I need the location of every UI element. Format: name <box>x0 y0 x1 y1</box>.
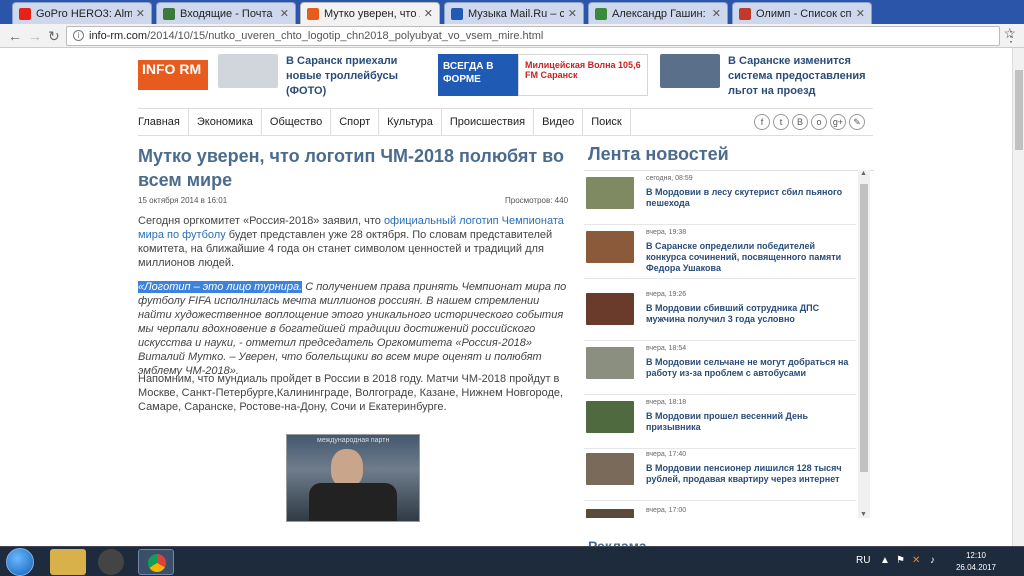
news-thumbnail <box>586 293 634 325</box>
nav-item-video[interactable]: Видео <box>534 109 584 135</box>
nav-item-sport[interactable]: Спорт <box>331 109 380 135</box>
selected-text: «Логотип – это лицо турнира. <box>138 281 303 293</box>
news-item[interactable]: сегодня, 08:59 В Мордовии в лесу скутерис… <box>584 171 856 225</box>
browser-toolbar: ← → ↻ i info-rm.com/2014/10/15/nutko_uve… <box>0 24 1024 48</box>
volume-icon[interactable]: ♪ <box>930 555 935 566</box>
page-viewport: INFO RM В Саранск приехали новые троллей… <box>0 48 1024 546</box>
news-thumbnail <box>586 509 634 518</box>
tab-article[interactable]: Мутко уверен, что логоти✕ <box>300 2 440 24</box>
close-tab-icon[interactable]: ✕ <box>856 7 865 20</box>
article-paragraph-1: Сегодня оргкомитет «Россия-2018» заявил,… <box>138 215 564 269</box>
promo-banner[interactable]: ВСЕГДА В ФОРМЕ Милицейская Волна 105,6 F… <box>438 54 648 96</box>
media-player-icon[interactable] <box>98 549 124 575</box>
tab-olimp[interactable]: Олимп - Список спортс✕ <box>732 2 872 24</box>
back-icon[interactable]: ← <box>8 28 22 44</box>
forward-icon[interactable]: → <box>28 28 42 44</box>
banner-trolleybus-link[interactable]: В Саранск приехали новые троллейбусы (ФО… <box>286 54 426 99</box>
social-links: f t В о g+ ✎ <box>754 114 865 130</box>
article-paragraph-3: Напомним, что мундиаль пройдет в России … <box>138 373 564 413</box>
close-tab-icon[interactable]: ✕ <box>424 7 433 20</box>
promo-right: Милицейская Волна 105,6 FM Саранск <box>518 54 648 96</box>
news-feed-scroll-thumb[interactable] <box>860 184 868 472</box>
news-feed: сегодня, 08:59 В Мордовии в лесу скутерис… <box>584 170 874 518</box>
close-tab-icon[interactable]: ✕ <box>136 7 145 20</box>
system-clock[interactable]: 12:10 26.04.2017 <box>950 550 1002 574</box>
article-date: 15 октября 2014 в 16:01 <box>138 196 228 205</box>
news-item[interactable]: вчера, 18:18 В Мордовии прошел весенний Д… <box>584 395 856 449</box>
nav-item-culture[interactable]: Культура <box>379 109 442 135</box>
news-feed-scrollbar[interactable]: ▲ ▼ <box>858 170 870 518</box>
chrome-taskbar-icon[interactable] <box>138 549 174 575</box>
news-thumbnail <box>586 453 634 485</box>
mail-icon <box>163 7 175 20</box>
article-quote: «Логотип – это лицо турнира. С получение… <box>138 281 567 377</box>
news-item[interactable]: вчера, 17:40 В Мордовии пенсионер лишился… <box>584 447 856 501</box>
trolleybus-thumbnail[interactable] <box>218 54 278 88</box>
tray-arrow-icon[interactable]: ▲ <box>880 555 890 566</box>
tab-gashin[interactable]: Александр Гашин: кабин✕ <box>588 2 728 24</box>
explorer-icon[interactable] <box>50 549 86 575</box>
news-thumbnail <box>586 347 634 379</box>
nav-item-incidents[interactable]: Происшествия <box>442 109 535 135</box>
scroll-up-icon[interactable]: ▲ <box>860 170 867 177</box>
livejournal-icon[interactable]: ✎ <box>849 114 865 130</box>
page-scrollbar[interactable] <box>1012 48 1024 546</box>
start-button[interactable] <box>6 548 34 576</box>
address-bar[interactable]: i info-rm.com/2014/10/15/nutko_uveren_ch… <box>66 26 1000 46</box>
browser-menu-icon[interactable]: ⋮ <box>1004 28 1018 45</box>
youtube-icon <box>19 7 31 20</box>
olimp-icon <box>739 7 751 20</box>
article-views: Просмотров: 440 <box>505 196 569 205</box>
ads-title: Реклама <box>588 538 647 546</box>
banner-benefits-link[interactable]: В Саранске изменится система предоставле… <box>728 54 878 99</box>
tab-gopro[interactable]: GoPro HERO3: Almos✕ <box>12 2 152 24</box>
news-item[interactable]: вчера, 17:00 <box>584 503 856 518</box>
twitter-icon[interactable]: t <box>773 114 789 130</box>
language-indicator[interactable]: RU <box>856 555 870 566</box>
nav-item-society[interactable]: Общество <box>262 109 332 135</box>
nav-item-home[interactable]: Главная <box>138 109 189 135</box>
article-title: Мутко уверен, что логотип ЧМ-2018 полюбя… <box>138 146 565 190</box>
close-tab-icon[interactable]: ✕ <box>712 7 721 20</box>
taskbar: RU ▲ ⚑ ✕ ♪ 12:10 26.04.2017 <box>0 546 1024 576</box>
close-tab-icon[interactable]: ✕ <box>280 7 289 20</box>
page-scroll-thumb[interactable] <box>1015 70 1023 150</box>
news-item[interactable]: вчера, 19:38 В Саранске определили победи… <box>584 225 856 279</box>
facebook-icon[interactable]: f <box>754 114 770 130</box>
news-item[interactable]: вчера, 18:54 В Мордовии сельчане не могут… <box>584 341 856 395</box>
close-tab-icon[interactable]: ✕ <box>568 7 577 20</box>
scroll-down-icon[interactable]: ▼ <box>860 511 867 518</box>
article-photo[interactable]: международная партн <box>286 434 420 522</box>
benefits-thumbnail[interactable] <box>660 54 720 88</box>
news-thumbnail <box>586 231 634 263</box>
network-warning-icon[interactable]: ✕ <box>912 555 920 566</box>
news-thumbnail <box>586 401 634 433</box>
odnoklassniki-icon[interactable]: о <box>811 114 827 130</box>
info-icon[interactable]: i <box>73 30 84 41</box>
reload-icon[interactable]: ↻ <box>48 28 60 45</box>
document-icon <box>595 7 607 20</box>
news-thumbnail <box>586 177 634 209</box>
nav-item-economy[interactable]: Экономика <box>189 109 262 135</box>
inform-icon <box>307 7 319 20</box>
news-item[interactable]: вчера, 19:26 В Мордовии сбивший сотрудник… <box>584 287 856 341</box>
nav-item-search[interactable]: Поиск <box>583 109 631 135</box>
promo-left: ВСЕГДА В ФОРМЕ <box>438 54 518 96</box>
browser-tab-bar: GoPro HERO3: Almos✕ Входящие - Почта Mai… <box>0 0 1024 24</box>
site-logo[interactable]: INFO RM <box>138 60 208 90</box>
tab-mail[interactable]: Входящие - Почта Mail.R✕ <box>156 2 296 24</box>
music-icon <box>451 7 463 20</box>
news-feed-title: Лента новостей <box>588 144 729 164</box>
vkontakte-icon[interactable]: В <box>792 114 808 130</box>
flag-icon[interactable]: ⚑ <box>896 555 905 566</box>
google-plus-icon[interactable]: g+ <box>830 114 846 130</box>
tab-music[interactable]: Музыка Mail.Ru – слушат✕ <box>444 2 584 24</box>
